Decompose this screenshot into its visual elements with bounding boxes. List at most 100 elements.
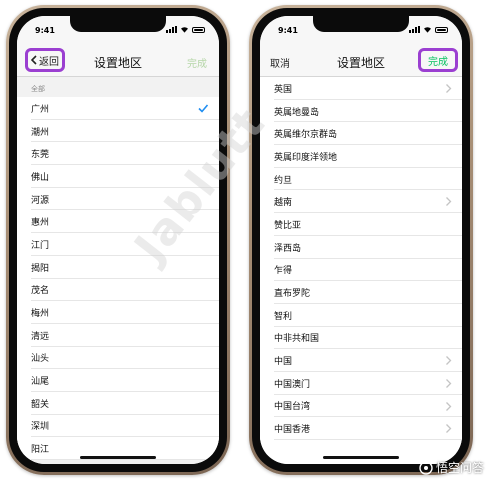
list-item-label: 江门 bbox=[31, 240, 50, 251]
status-bar: 9:41 bbox=[17, 16, 219, 46]
list-item[interactable]: 英属维尔京群岛 bbox=[260, 122, 462, 145]
phone-frame-right: 9:41 取消 设置地区 完成 英国英属地曼岛英属维尔京群岛 英属印度洋领地 约旦越… bbox=[249, 5, 473, 475]
list-item[interactable]: 韶关 bbox=[17, 392, 219, 415]
phone-bezel: 9:41 取消 设置地区 完成 英国英属地曼岛英属维尔京群岛 英属印度洋领地 约旦越… bbox=[252, 8, 470, 472]
list-item-label: 阳江 bbox=[31, 445, 50, 456]
list-item[interactable]: 越南 bbox=[260, 190, 462, 213]
list-item-label: 茂名 bbox=[31, 286, 50, 297]
list-item[interactable]: 直布罗陀 bbox=[260, 281, 462, 304]
list-item-label: 汕尾 bbox=[31, 377, 50, 388]
list-item[interactable]: 中国香港 bbox=[260, 417, 462, 440]
done-label: 完成 bbox=[428, 56, 448, 68]
list-item[interactable]: 江门 bbox=[17, 233, 219, 256]
list-item-label: 广州 bbox=[31, 104, 50, 115]
list-item-label: 揭阳 bbox=[31, 263, 50, 274]
list-item[interactable]: 广州 bbox=[17, 97, 219, 120]
list-item-label: 梅州 bbox=[31, 309, 50, 320]
list-item[interactable]: 清远 bbox=[17, 324, 219, 347]
region-list-container: 全部 广州潮州东莞佛山河源惠州江门揭阳茂名梅州清远汕头汕尾韶关深圳阳江 bbox=[17, 77, 219, 464]
list-item[interactable]: 中非共和国 bbox=[260, 327, 462, 350]
done-button[interactable]: 完成 bbox=[187, 55, 207, 70]
country-list: 英国英属地曼岛英属维尔京群岛 英属印度洋领地 约旦越南赞比亚泽西岛乍得直布罗陀智利中… bbox=[260, 77, 462, 440]
list-item-label: 河源 bbox=[31, 195, 50, 206]
list-item-label: 中国香港 bbox=[274, 425, 311, 436]
signal-icon bbox=[166, 26, 177, 33]
list-item-label: 直布罗陀 bbox=[274, 289, 311, 300]
list-item-label: 约旦 bbox=[274, 175, 293, 186]
screen-right: 9:41 取消 设置地区 完成 英国英属地曼岛英属维尔京群岛 英属印度洋领地 约旦越… bbox=[260, 16, 462, 464]
list-item-label: 潮州 bbox=[31, 127, 50, 138]
list-item-label: 英国 bbox=[274, 84, 293, 95]
list-item[interactable]: 茂名 bbox=[17, 279, 219, 302]
navigation-bar: 返回 设置地区 完成 bbox=[17, 46, 219, 77]
list-item[interactable]: 汕尾 bbox=[17, 369, 219, 392]
section-header: 全部 bbox=[17, 77, 219, 97]
list-item-label: 佛山 bbox=[31, 172, 50, 183]
wifi-icon bbox=[424, 27, 431, 33]
list-item[interactable]: 智利 bbox=[260, 304, 462, 327]
region-list: 广州潮州东莞佛山河源惠州江门揭阳茂名梅州清远汕头汕尾韶关深圳阳江 bbox=[17, 97, 219, 460]
status-bar: 9:41 bbox=[260, 16, 462, 46]
chevron-right-icon bbox=[446, 84, 452, 93]
list-item[interactable]: 英属印度洋领地 bbox=[260, 145, 462, 168]
list-item[interactable]: 河源 bbox=[17, 188, 219, 211]
speech-bubble-icon bbox=[419, 460, 433, 475]
list-item-label: 深圳 bbox=[31, 422, 50, 433]
list-item[interactable]: 英国 bbox=[260, 77, 462, 100]
wifi-icon bbox=[181, 27, 188, 33]
list-item[interactable]: 乍得 bbox=[260, 259, 462, 282]
list-item-label: 智利 bbox=[274, 311, 293, 322]
notch bbox=[313, 16, 409, 32]
list-item-label: 越南 bbox=[274, 198, 293, 209]
list-item-label: 东莞 bbox=[31, 150, 50, 161]
battery-icon bbox=[192, 26, 205, 33]
footer-brand: 悟空问答 bbox=[419, 459, 484, 476]
list-item[interactable]: 约旦 bbox=[260, 168, 462, 191]
list-item-label: 中国台湾 bbox=[274, 402, 311, 413]
list-item[interactable]: 惠州 bbox=[17, 210, 219, 233]
list-item[interactable]: 中国澳门 bbox=[260, 372, 462, 395]
battery-icon bbox=[435, 26, 448, 33]
chevron-right-icon bbox=[446, 424, 452, 434]
list-item[interactable]: 泽西岛 bbox=[260, 236, 462, 259]
list-item-label: 中国 bbox=[274, 357, 293, 368]
list-item[interactable]: 赞比亚 bbox=[260, 213, 462, 236]
status-icons bbox=[166, 26, 205, 33]
list-item-label: 赞比亚 bbox=[274, 220, 302, 231]
list-item[interactable]: 东莞 bbox=[17, 142, 219, 165]
list-item[interactable]: 汕头 bbox=[17, 347, 219, 370]
done-button[interactable]: 完成 bbox=[418, 48, 458, 72]
list-item[interactable]: 中国 bbox=[260, 349, 462, 372]
phone-frame-left: 9:41 返回 设置地区 完成 全部 广州潮州东莞佛山河源惠州江门揭阳茂名梅州清… bbox=[6, 5, 230, 475]
list-item-label: 英属地曼岛 bbox=[274, 107, 320, 118]
list-item[interactable]: 中国台湾 bbox=[260, 395, 462, 418]
status-icons bbox=[409, 26, 448, 33]
status-time: 9:41 bbox=[35, 26, 55, 35]
list-item[interactable]: 潮州 bbox=[17, 120, 219, 143]
home-indicator bbox=[323, 456, 399, 459]
list-item[interactable]: 佛山 bbox=[17, 165, 219, 188]
checkmark-icon bbox=[198, 104, 209, 113]
list-item-label: 英属印度洋领地 bbox=[274, 152, 338, 163]
list-item[interactable]: 英属地曼岛 bbox=[260, 100, 462, 123]
notch bbox=[70, 16, 166, 32]
list-item-label: 韶关 bbox=[31, 399, 50, 410]
phone-bezel: 9:41 返回 设置地区 完成 全部 广州潮州东莞佛山河源惠州江门揭阳茂名梅州清… bbox=[9, 8, 227, 472]
list-item-label: 清远 bbox=[31, 331, 50, 342]
country-list-container: 英国英属地曼岛英属维尔京群岛 英属印度洋领地 约旦越南赞比亚泽西岛乍得直布罗陀智利中… bbox=[260, 77, 462, 464]
signal-icon bbox=[409, 26, 420, 33]
list-item[interactable]: 揭阳 bbox=[17, 256, 219, 279]
navigation-bar: 取消 设置地区 完成 bbox=[260, 46, 462, 77]
list-item[interactable]: 梅州 bbox=[17, 301, 219, 324]
list-item-label: 中非共和国 bbox=[274, 334, 320, 345]
list-item[interactable]: 深圳 bbox=[17, 415, 219, 438]
chevron-right-icon bbox=[446, 356, 452, 366]
list-item-label: 英属维尔京群岛 bbox=[274, 130, 338, 141]
home-indicator bbox=[80, 456, 156, 459]
list-item-label: 惠州 bbox=[31, 218, 50, 229]
footer-label: 悟空问答 bbox=[435, 461, 484, 475]
screen-left: 9:41 返回 设置地区 完成 全部 广州潮州东莞佛山河源惠州江门揭阳茂名梅州清… bbox=[17, 16, 219, 464]
status-time: 9:41 bbox=[278, 26, 298, 35]
list-item-label: 中国澳门 bbox=[274, 379, 311, 390]
list-item-label: 乍得 bbox=[274, 266, 293, 277]
